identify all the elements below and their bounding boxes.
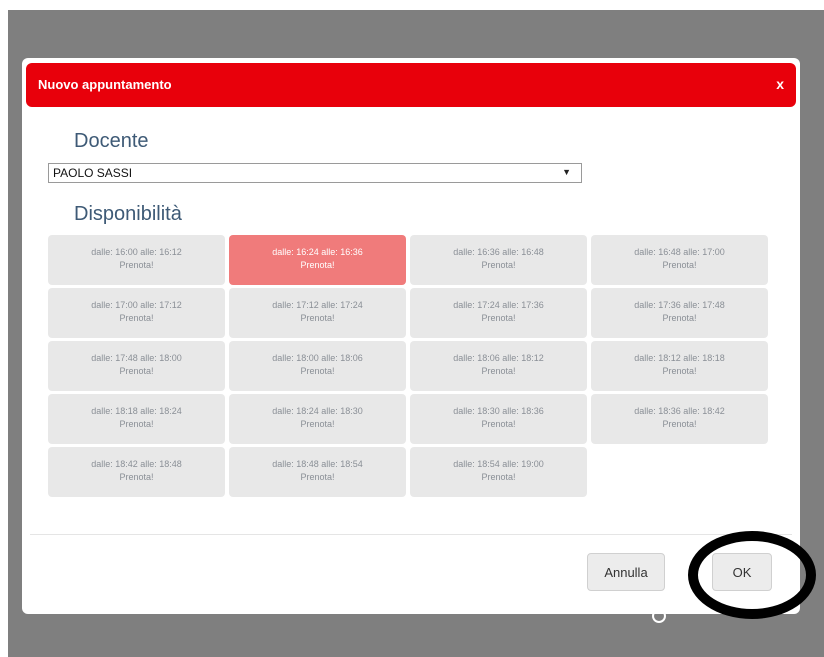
slot-time-range: dalle: 18:12 alle: 18:18 xyxy=(634,353,725,363)
slot-book-label: Prenota! xyxy=(481,366,516,376)
slot-time-range: dalle: 16:36 alle: 16:48 xyxy=(453,247,544,257)
slot-time-range: dalle: 17:24 alle: 17:36 xyxy=(453,300,544,310)
slot-time-range: dalle: 18:54 alle: 19:00 xyxy=(453,459,544,469)
slot-book-label: Prenota! xyxy=(481,472,516,482)
slot-button[interactable]: dalle: 17:00 alle: 17:12 Prenota! xyxy=(48,288,225,338)
slot-book-label: Prenota! xyxy=(119,313,154,323)
dialog-header: Nuovo appuntamento x xyxy=(26,63,796,107)
new-appointment-dialog: Nuovo appuntamento x Docente PAOLO SASSI… xyxy=(22,58,800,614)
docente-selected-value: PAOLO SASSI xyxy=(53,166,133,180)
slot-time-range: dalle: 18:06 alle: 18:12 xyxy=(453,353,544,363)
slot-time-range: dalle: 17:36 alle: 17:48 xyxy=(634,300,725,310)
disponibilita-label: Disponibilità xyxy=(74,203,182,225)
docente-select[interactable]: PAOLO SASSI ▼ xyxy=(48,163,582,183)
slot-button[interactable]: dalle: 16:24 alle: 16:36 Prenota! xyxy=(229,235,406,285)
slot-button[interactable]: dalle: 18:00 alle: 18:06 Prenota! xyxy=(229,341,406,391)
slot-button[interactable]: dalle: 18:36 alle: 18:42 Prenota! xyxy=(591,394,768,444)
slot-button[interactable]: dalle: 16:48 alle: 17:00 Prenota! xyxy=(591,235,768,285)
slot-button[interactable]: dalle: 16:36 alle: 16:48 Prenota! xyxy=(410,235,587,285)
slot-time-range: dalle: 16:00 alle: 16:12 xyxy=(91,247,182,257)
slot-button[interactable]: dalle: 18:18 alle: 18:24 Prenota! xyxy=(48,394,225,444)
slot-book-label: Prenota! xyxy=(119,366,154,376)
slot-time-range: dalle: 17:12 alle: 17:24 xyxy=(272,300,363,310)
slot-book-label: Prenota! xyxy=(119,472,154,482)
slot-button[interactable]: dalle: 18:42 alle: 18:48 Prenota! xyxy=(48,447,225,497)
slot-time-range: dalle: 17:48 alle: 18:00 xyxy=(91,353,182,363)
slot-book-label: Prenota! xyxy=(119,419,154,429)
slot-button[interactable]: dalle: 18:24 alle: 18:30 Prenota! xyxy=(229,394,406,444)
slot-book-label: Prenota! xyxy=(481,419,516,429)
slot-button[interactable]: dalle: 17:24 alle: 17:36 Prenota! xyxy=(410,288,587,338)
annotation-circle xyxy=(688,531,816,619)
slot-book-label: Prenota! xyxy=(300,419,335,429)
slot-time-range: dalle: 18:24 alle: 18:30 xyxy=(272,406,363,416)
slot-book-label: Prenota! xyxy=(300,472,335,482)
slot-time-range: dalle: 17:00 alle: 17:12 xyxy=(91,300,182,310)
slot-book-label: Prenota! xyxy=(662,366,697,376)
slot-time-range: dalle: 16:48 alle: 17:00 xyxy=(634,247,725,257)
dialog-title: Nuovo appuntamento xyxy=(38,77,172,92)
slot-time-range: dalle: 18:30 alle: 18:36 xyxy=(453,406,544,416)
slot-button[interactable]: dalle: 18:12 alle: 18:18 Prenota! xyxy=(591,341,768,391)
slot-button[interactable]: dalle: 16:00 alle: 16:12 Prenota! xyxy=(48,235,225,285)
slot-time-range: dalle: 18:36 alle: 18:42 xyxy=(634,406,725,416)
slot-book-label: Prenota! xyxy=(300,313,335,323)
slot-time-range: dalle: 18:00 alle: 18:06 xyxy=(272,353,363,363)
slot-book-label: Prenota! xyxy=(662,260,697,270)
annotation-small-circle xyxy=(652,609,666,623)
slot-book-label: Prenota! xyxy=(300,260,335,270)
cancel-button[interactable]: Annulla xyxy=(587,553,665,591)
slot-button[interactable]: dalle: 17:36 alle: 17:48 Prenota! xyxy=(591,288,768,338)
slot-button[interactable]: dalle: 18:54 alle: 19:00 Prenota! xyxy=(410,447,587,497)
footer-divider xyxy=(30,534,792,535)
slot-time-range: dalle: 18:48 alle: 18:54 xyxy=(272,459,363,469)
slot-book-label: Prenota! xyxy=(300,366,335,376)
slot-book-label: Prenota! xyxy=(662,419,697,429)
slot-time-range: dalle: 18:42 alle: 18:48 xyxy=(91,459,182,469)
dropdown-arrow-icon: ▼ xyxy=(562,167,571,177)
slot-grid: dalle: 16:00 alle: 16:12 Prenota! dalle: 1… xyxy=(48,235,768,497)
slot-time-range: dalle: 16:24 alle: 16:36 xyxy=(272,247,363,257)
close-icon[interactable]: x xyxy=(776,76,784,92)
slot-button[interactable]: dalle: 17:48 alle: 18:00 Prenota! xyxy=(48,341,225,391)
slot-time-range: dalle: 18:18 alle: 18:24 xyxy=(91,406,182,416)
slot-button[interactable]: dalle: 18:48 alle: 18:54 Prenota! xyxy=(229,447,406,497)
slot-book-label: Prenota! xyxy=(662,313,697,323)
slot-button[interactable]: dalle: 17:12 alle: 17:24 Prenota! xyxy=(229,288,406,338)
slot-book-label: Prenota! xyxy=(119,260,154,270)
slot-book-label: Prenota! xyxy=(481,313,516,323)
slot-button[interactable]: dalle: 18:30 alle: 18:36 Prenota! xyxy=(410,394,587,444)
slot-book-label: Prenota! xyxy=(481,260,516,270)
docente-label: Docente xyxy=(74,130,149,152)
slot-button[interactable]: dalle: 18:06 alle: 18:12 Prenota! xyxy=(410,341,587,391)
